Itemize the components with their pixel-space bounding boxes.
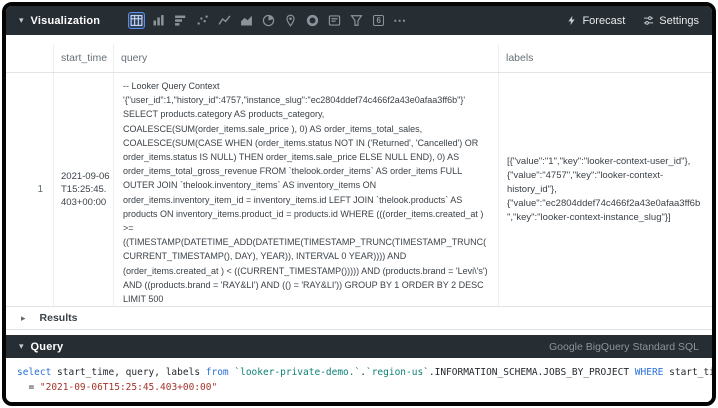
area-chart-icon[interactable] [238, 12, 255, 29]
map-icon[interactable] [282, 12, 299, 29]
labels-value: [{"value":"1","key":"looker-context-user… [499, 155, 712, 225]
sql-dialect-label: Google BigQuery Standard SQL [549, 341, 699, 353]
labels-cell[interactable]: [{"value":"1","key":"looker-context-user… [499, 73, 712, 306]
more-vis-types-icon[interactable]: ⋯ [393, 13, 407, 29]
pie-chart-icon[interactable] [260, 12, 277, 29]
app-window: ▾ Visualization 6 ⋯ Forecast Settings st… [2, 2, 716, 406]
start-time-cell[interactable]: 2021-09-06T15:25:45.403+00:00 [54, 73, 114, 306]
row-number-header [6, 44, 54, 72]
expand-caret-icon: ▸ [21, 314, 26, 323]
settings-label: Settings [659, 15, 699, 27]
row-number-cell: 1 [6, 73, 54, 306]
visualization-title: Visualization [31, 15, 101, 27]
results-section-toggle[interactable]: ▸ Results [6, 307, 712, 330]
settings-sliders-icon [643, 15, 654, 26]
collapse-caret-icon[interactable]: ▾ [19, 342, 24, 351]
sql-code: select start_time, query, labels from `l… [17, 365, 706, 395]
query-cell[interactable]: -- Looker Query Context '{"user_id":1,"h… [114, 73, 499, 306]
vis-type-icon-bar: 6 [128, 12, 387, 29]
forecast-label: Forecast [582, 15, 625, 27]
single-record-icon[interactable] [326, 12, 343, 29]
forecast-button[interactable]: Forecast [566, 15, 625, 27]
bar-chart-icon[interactable] [172, 12, 189, 29]
query-section-header: ▾ Query Google BigQuery Standard SQL [6, 335, 712, 358]
results-table: start_time query labels 1 2021-09-06T15:… [6, 35, 712, 307]
settings-button[interactable]: Settings [643, 15, 699, 27]
sql-editor[interactable]: select start_time, query, labels from `l… [6, 358, 712, 402]
column-chart-icon[interactable] [150, 12, 167, 29]
visualization-header-bar: ▾ Visualization 6 ⋯ Forecast Settings [6, 6, 712, 35]
single-value-icon[interactable]: 6 [370, 12, 387, 29]
funnel-icon[interactable] [348, 12, 365, 29]
collapse-caret-icon[interactable]: ▾ [19, 16, 24, 25]
forecast-icon [566, 15, 577, 26]
vis-header-actions: Forecast Settings [566, 15, 699, 27]
results-title: Results [40, 312, 78, 324]
column-header-query[interactable]: query [114, 44, 499, 72]
column-header-labels[interactable]: labels [499, 44, 712, 72]
table-icon[interactable] [128, 12, 145, 29]
scatter-plot-icon[interactable] [194, 12, 211, 29]
query-title: Query [31, 341, 64, 353]
line-chart-icon[interactable] [216, 12, 233, 29]
donut-chart-icon[interactable] [304, 12, 321, 29]
column-header-start-time[interactable]: start_time [54, 44, 114, 72]
start-time-value: 2021-09-06T15:25:45.403+00:00 [54, 170, 113, 209]
table-header-row: start_time query labels [6, 44, 712, 73]
table-row: 1 2021-09-06T15:25:45.403+00:00 -- Looke… [6, 73, 712, 307]
